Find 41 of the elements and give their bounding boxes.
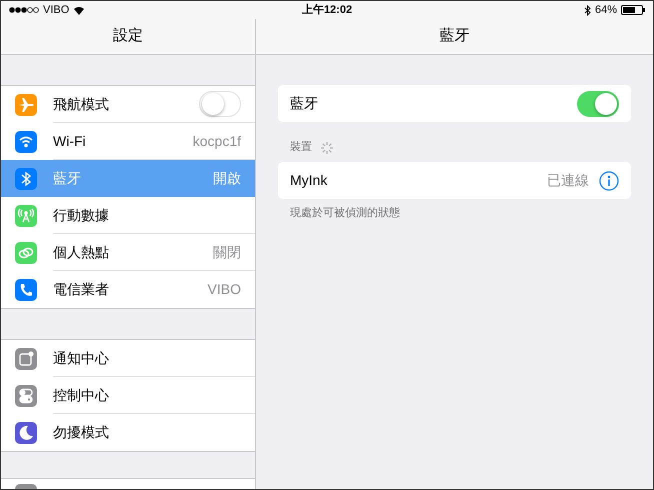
row-value: 開啟 bbox=[213, 169, 241, 188]
row-label: 控制中心 bbox=[53, 386, 110, 404]
toggle-switch[interactable] bbox=[199, 91, 241, 117]
row-label: 行動數據 bbox=[53, 206, 110, 224]
row-label: 電信業者 bbox=[53, 280, 110, 299]
row-label: 藍牙 bbox=[53, 169, 82, 188]
device-row[interactable]: MyInk 已連線 bbox=[278, 162, 631, 199]
airplane-icon bbox=[15, 94, 37, 116]
bluetooth-icon bbox=[584, 4, 591, 16]
clock: 上午12:02 bbox=[302, 2, 352, 18]
toggle-label: 藍牙 bbox=[290, 94, 319, 113]
spinner-icon bbox=[320, 141, 334, 155]
row-value: kocpc1f bbox=[192, 132, 241, 151]
nav-title: 設定 bbox=[113, 26, 143, 46]
link-icon bbox=[15, 242, 37, 264]
notification-icon bbox=[15, 348, 37, 370]
info-icon[interactable] bbox=[599, 170, 619, 190]
battery-percent: 64% bbox=[594, 2, 618, 18]
carrier-name: VIBO bbox=[43, 2, 70, 18]
row-value: 關閉 bbox=[213, 242, 241, 262]
row-label: 勿擾模式 bbox=[53, 423, 110, 442]
device-name: MyInk bbox=[290, 171, 328, 190]
phone-icon bbox=[15, 278, 37, 300]
toggle-switch[interactable] bbox=[577, 90, 619, 116]
wifi-icon bbox=[15, 130, 37, 152]
row-label: 個人熱點 bbox=[53, 242, 110, 262]
device-status: 已連線 bbox=[547, 171, 589, 190]
battery-icon bbox=[621, 5, 646, 15]
signal-icon bbox=[9, 7, 39, 13]
switches-icon bbox=[15, 384, 37, 406]
nav-title: 藍牙 bbox=[440, 26, 470, 46]
bluetooth-icon bbox=[15, 168, 37, 190]
row-label: 通知中心 bbox=[53, 348, 110, 368]
section-header: 裝置 bbox=[290, 140, 312, 154]
footer-note: 現處於可被偵測的狀態 bbox=[289, 206, 401, 221]
antenna-icon bbox=[15, 204, 37, 226]
row-value: VIBO bbox=[208, 280, 241, 299]
row-label: 飛航模式 bbox=[53, 94, 110, 114]
moon-icon bbox=[15, 422, 37, 444]
wifi-icon bbox=[73, 6, 86, 14]
row-label: Wi-Fi bbox=[53, 132, 87, 150]
